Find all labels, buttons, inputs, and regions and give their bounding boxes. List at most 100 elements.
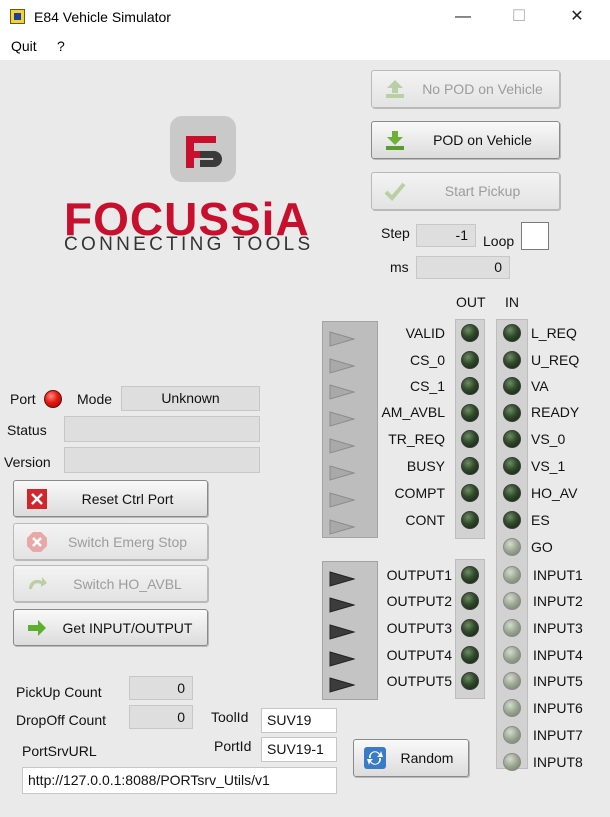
arrow-cs0-icon[interactable]: [329, 358, 355, 374]
start-pickup-button[interactable]: Start Pickup: [371, 172, 560, 210]
led-in-ready: [503, 404, 521, 422]
close-button[interactable]: ✕: [554, 3, 600, 31]
arrow-right-icon: [28, 619, 46, 636]
arrow-output5-icon[interactable]: [329, 677, 355, 693]
led-in-va: [503, 377, 521, 395]
redo-arrow-icon: [29, 576, 47, 589]
led-in-vs1: [503, 457, 521, 475]
arrow-output3-icon[interactable]: [329, 624, 355, 640]
menu-help[interactable]: ?: [57, 38, 65, 54]
signal-ready: READY: [531, 404, 580, 420]
led-output2: [461, 592, 479, 610]
led-in-ho-av: [503, 484, 521, 502]
signal-compt: COMPT: [394, 485, 445, 501]
maximize-button[interactable]: ☐: [496, 3, 542, 31]
version-field: [64, 447, 260, 473]
pod-on-vehicle-button[interactable]: POD on Vehicle: [371, 121, 560, 159]
arrow-valid-icon[interactable]: [329, 331, 355, 347]
no-pod-on-vehicle-button[interactable]: No POD on Vehicle: [371, 70, 560, 108]
main-panel: FOCUSSiA CONNECTING TOOLS No POD on Vehi…: [0, 60, 610, 817]
led-input7: [503, 726, 521, 744]
refresh-icon: [364, 747, 386, 769]
minimize-button[interactable]: —: [440, 3, 486, 31]
get-input-output-label: Get INPUT/OUTPUT: [62, 619, 193, 636]
version-label: Version: [4, 454, 51, 470]
close-x-icon: [27, 488, 47, 509]
arrow-cs1-icon[interactable]: [329, 384, 355, 400]
signal-busy: BUSY: [406, 458, 445, 474]
input8-label: INPUT8: [533, 754, 583, 770]
switch-ho-avbl-label: Switch HO_AVBL: [73, 575, 182, 592]
arrow-tr-req-icon[interactable]: [329, 438, 355, 454]
signal-cs1: CS_1: [409, 378, 445, 394]
reset-ctrl-port-button[interactable]: Reset Ctrl Port: [13, 480, 208, 517]
no-pod-label: No POD on Vehicle: [422, 81, 543, 97]
arrow-am-avbl-icon[interactable]: [329, 411, 355, 427]
output2-label: OUTPUT2: [386, 593, 452, 609]
led-input2: [503, 592, 521, 610]
led-in-go: [503, 538, 521, 556]
led-in-vs0: [503, 430, 521, 448]
loop-checkbox[interactable]: [521, 222, 549, 250]
input5-label: INPUT5: [533, 673, 583, 689]
mode-field: Unknown: [121, 386, 260, 411]
switch-ho-avbl-button[interactable]: Switch HO_AVBL: [13, 565, 208, 602]
arrow-output1-icon[interactable]: [329, 571, 355, 587]
random-button[interactable]: Random: [353, 739, 469, 777]
input3-label: INPUT3: [533, 620, 583, 636]
loop-label: Loop: [483, 233, 515, 249]
toolid-input[interactable]: SUV19: [261, 708, 337, 733]
menu-bar: Quit ?: [0, 34, 610, 61]
led-in-es: [503, 511, 521, 529]
arrow-busy-icon[interactable]: [329, 465, 355, 481]
led-output3: [461, 619, 479, 637]
arrow-cont-icon[interactable]: [329, 519, 355, 535]
in-header: IN: [505, 294, 519, 310]
step-label: Step: [381, 225, 410, 241]
led-out-valid: [461, 324, 479, 342]
signal-am-avbl: AM_AVBL: [381, 404, 445, 420]
status-label: Status: [7, 422, 47, 438]
out-header: OUT: [456, 294, 486, 310]
led-out-compt: [461, 484, 479, 502]
stop-icon: [27, 531, 47, 552]
e84-vehicle-simulator-window: E84 Vehicle Simulator — ☐ ✕ Quit ? FOCUS…: [0, 0, 610, 817]
portsrvurl-label: PortSrvURL: [22, 743, 97, 759]
signal-vs0: VS_0: [531, 431, 566, 447]
portid-input[interactable]: SUV19-1: [261, 737, 337, 762]
signal-arrow-panel: [322, 321, 378, 538]
ms-field: 0: [416, 256, 510, 279]
menu-quit[interactable]: Quit: [11, 38, 37, 54]
arrow-output4-icon[interactable]: [329, 651, 355, 667]
checkmark-icon: [384, 182, 406, 201]
signal-tr-req: TR_REQ: [388, 431, 445, 447]
led-output5: [461, 672, 479, 690]
dropoff-count-label: DropOff Count: [16, 712, 107, 728]
led-output4: [461, 646, 479, 664]
arrow-output2-icon[interactable]: [329, 597, 355, 613]
portsrvurl-input[interactable]: http://127.0.0.1:8088/PORTsrv_Utils/v1: [22, 767, 337, 794]
signal-es: ES: [531, 512, 550, 528]
port-status-led: [44, 390, 62, 408]
output-arrow-panel: [322, 561, 378, 700]
pickup-count-label: PickUp Count: [16, 684, 102, 700]
led-input1: [503, 566, 521, 584]
dropoff-count-field: 0: [129, 705, 193, 729]
led-out-am-avbl: [461, 404, 479, 422]
random-label: Random: [400, 750, 454, 766]
port-label: Port: [10, 391, 36, 407]
title-bar: E84 Vehicle Simulator — ☐ ✕: [0, 0, 610, 34]
focussia-logo-mark: [170, 116, 236, 182]
start-pickup-label: Start Pickup: [444, 183, 521, 199]
led-input6: [503, 699, 521, 717]
step-field: -1: [416, 224, 476, 247]
pod-label: POD on Vehicle: [433, 132, 532, 148]
logo-tagline: CONNECTING TOOLS: [64, 234, 314, 255]
led-out-busy: [461, 457, 479, 475]
pickup-count-field: 0: [129, 676, 193, 700]
signal-go: GO: [531, 539, 553, 555]
get-input-output-button[interactable]: Get INPUT/OUTPUT: [13, 609, 208, 646]
switch-emerg-stop-button[interactable]: Switch Emerg Stop: [13, 523, 208, 560]
arrow-compt-icon[interactable]: [329, 492, 355, 508]
signal-vs1: VS_1: [531, 458, 566, 474]
